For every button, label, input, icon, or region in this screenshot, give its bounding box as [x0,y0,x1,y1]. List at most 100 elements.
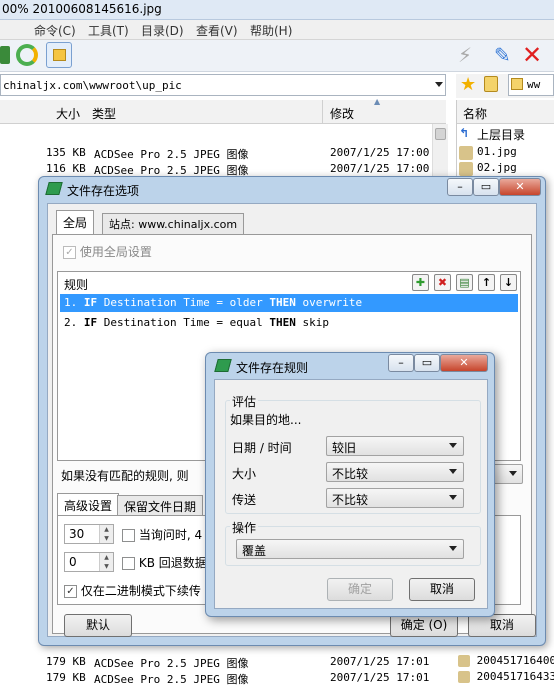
chevron-down-icon[interactable] [435,82,443,87]
tab-site[interactable]: 站点: www.chinaljx.com [102,213,245,235]
ask-checkbox[interactable]: 当询问时, 4 [122,526,202,543]
list-item[interactable]: 200451716433 [458,670,554,683]
file-modified: 2007/1/25 17:01 [330,655,430,668]
edit-rule-icon[interactable]: ▤ [456,274,473,291]
maximize-button[interactable]: ▭ [414,354,440,372]
transfer-select[interactable]: 不比较 [326,488,464,508]
add-rule-icon[interactable]: ✚ [412,274,429,291]
scroll-thumb[interactable] [435,128,446,140]
file-name: 200451716400 [476,654,554,667]
rule-action: overwrite [302,296,363,309]
checkbox-box[interactable]: ✓ [64,585,77,598]
date-time-label: 日期 / 时间 [232,441,292,455]
file-name: 200451716433 [476,670,554,683]
file-row[interactable]: 116 KB ACDSee Pro 2.5 JPEG 图像 2007/1/25 … [0,161,446,177]
tab-global[interactable]: 全局 [56,210,95,234]
dialog-body: 评估 如果目的地... 日期 / 时间 较旧 大小 不比较 传送 不比较 操作 … [214,379,488,609]
file-size: 179 KB [46,655,86,668]
group-caption: 评估 [230,393,259,410]
col-divider[interactable] [322,100,323,124]
right-file-pane: 名称 ↰ 上层目录 01.jpg 02.jpg [456,100,554,186]
action-select[interactable]: 覆盖 [236,539,464,559]
tab-label: 全局 [63,216,88,230]
rule-num: 2. [64,316,78,329]
checkbox-box[interactable] [122,529,135,542]
move-down-icon[interactable]: ↓ [500,274,517,291]
refresh-icon[interactable] [16,44,38,66]
stop-icon[interactable]: ✕ [522,42,546,68]
file-row[interactable]: 179 KB ACDSee Pro 2.5 JPEG 图像 2007/1/25 … [0,654,446,670]
binary-checkbox[interactable]: ✓ 仅在二进制模式下续传 [64,582,201,599]
col-modified[interactable]: 修改 [330,105,354,122]
file-type: ACDSee Pro 2.5 JPEG 图像 [94,673,249,686]
rules-toolbar: ✚ ✖ ▤ ↑ ↓ [412,274,522,292]
stepper-arrows[interactable]: ▲ ▼ [99,553,113,571]
ask-seconds-stepper[interactable]: 30 ▲ ▼ [64,524,114,544]
delete-rule-icon[interactable]: ✖ [434,274,451,291]
window-title: 00% 20100608145616.jpg [2,2,162,16]
select-value: 覆盖 [242,544,267,558]
ok-button[interactable]: 确定 (O) [390,614,458,637]
checkbox-box[interactable]: ✓ [63,246,76,259]
rule-action: skip [302,316,329,329]
tab-keep-date[interactable]: 保留文件日期 [117,495,204,515]
use-global-checkbox[interactable]: ✓ 使用全局设置 [63,243,152,260]
size-select[interactable]: 不比较 [326,462,464,482]
menu-directory[interactable]: 目录(D) [141,22,184,39]
ok-button[interactable]: 确定 [327,578,393,601]
checkbox-box[interactable] [122,557,135,570]
kb-checkbox[interactable]: KB 回退数据 [122,554,207,571]
star-icon[interactable]: ★ [460,75,476,95]
close-button[interactable]: ✕ [440,354,488,372]
cancel-button[interactable]: 取消 [468,614,536,637]
transfer-icon[interactable] [46,42,72,68]
binary-label: 仅在二进制模式下续传 [80,584,201,598]
select-value: 较旧 [332,441,357,455]
tab-advanced[interactable]: 高级设置 [57,493,120,515]
file-name: 01.jpg [477,145,517,158]
file-row[interactable]: 135 KB ACDSee Pro 2.5 JPEG 图像 2007/1/25 … [0,145,446,161]
menu-command[interactable]: 命令(C) [34,22,76,39]
col-size[interactable]: 大小 [56,105,80,122]
transfer-label: 传送 [232,493,257,507]
connect-plug-icon[interactable]: ✎ [494,44,518,68]
dialog-title: 文件存在选项 [67,184,140,198]
tab-label: 站点: www.chinaljx.com [109,218,238,231]
chevron-down-icon [449,495,457,500]
menu-view[interactable]: 查看(V) [196,22,238,39]
file-modified: 2007/1/25 17:00 [330,162,430,175]
stepper-arrows[interactable]: ▲ ▼ [99,525,113,543]
kb-rollback-stepper[interactable]: 0 ▲ ▼ [64,552,114,572]
path-combo[interactable]: chinaljx.com\wwwroot\up_pic [0,74,446,96]
rule-row[interactable]: 2. IF Destination Time = equal THEN skip [60,314,518,332]
maximize-button[interactable]: ▭ [473,178,499,196]
rule-row-selected[interactable]: 1. IF Destination Time = older THEN over… [60,294,518,312]
disconnect-icon[interactable]: ⚡ [458,44,482,68]
file-size: 116 KB [46,162,86,175]
date-time-select[interactable]: 较旧 [326,436,464,456]
file-modified: 2007/1/25 17:01 [330,671,430,684]
select-value: 不比较 [332,467,369,481]
right-path-field[interactable]: ww [508,74,554,96]
up-arrow-icon: ↰ [459,126,470,140]
list-item[interactable]: 200451716400 [458,654,554,667]
tab-label: 保留文件日期 [124,500,197,514]
rule-val: equal [229,316,263,329]
minimize-button[interactable]: – [388,354,414,372]
menu-tools[interactable]: 工具(T) [88,22,129,39]
move-up-icon[interactable]: ↑ [478,274,495,291]
minimize-button[interactable]: – [447,178,473,196]
tab-label: 高级设置 [64,499,113,513]
col-type[interactable]: 类型 [92,105,116,122]
connect-icon[interactable] [0,46,10,64]
dialog-app-icon [45,182,63,195]
col-name[interactable]: 名称 [463,105,487,122]
file-size: 179 KB [46,671,86,684]
close-button[interactable]: ✕ [499,178,541,196]
cancel-button[interactable]: 取消 [409,578,475,601]
rule-num: 1. [64,296,78,309]
default-button[interactable]: 默认 [64,614,132,637]
menu-help[interactable]: 帮助(H) [250,22,292,39]
kb-label: KB 回退数据 [138,556,207,570]
up-folder-icon[interactable] [484,76,498,92]
